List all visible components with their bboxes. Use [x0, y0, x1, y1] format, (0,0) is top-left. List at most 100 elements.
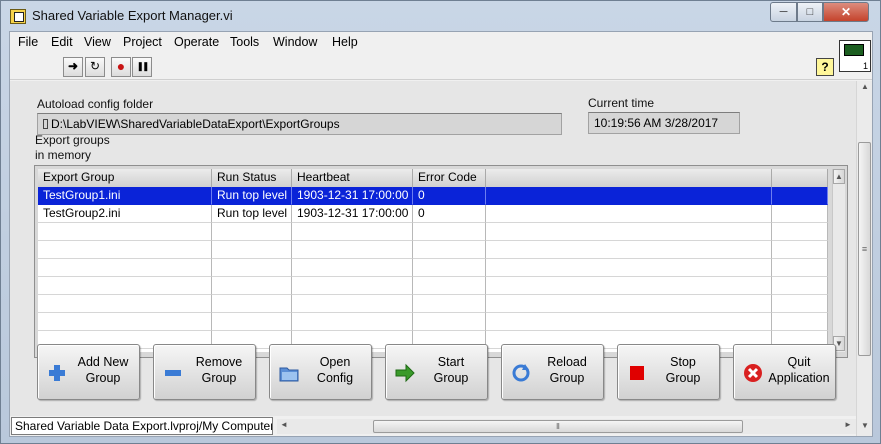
- table-row[interactable]: [38, 313, 828, 331]
- table-cell[interactable]: [413, 223, 486, 241]
- column-header-5[interactable]: [486, 169, 772, 187]
- vi-connector-icon[interactable]: 1: [839, 40, 871, 72]
- run-continuously-button[interactable]: ↻: [85, 57, 105, 77]
- table-cell[interactable]: Run top level: [212, 187, 292, 205]
- table-cell[interactable]: Run top level: [212, 205, 292, 223]
- menu-tools[interactable]: Tools: [230, 35, 259, 49]
- menu-operate[interactable]: Operate: [174, 35, 219, 49]
- menu-edit[interactable]: Edit: [51, 35, 73, 49]
- autoload-folder-path[interactable]: D:\LabVIEW\SharedVariableDataExport\Expo…: [37, 113, 562, 135]
- table-cell[interactable]: [413, 277, 486, 295]
- remove-group-button[interactable]: Remove Group: [153, 344, 256, 400]
- scroll-bottom-icon[interactable]: ▼: [861, 421, 869, 430]
- table-cell[interactable]: 1903-12-31 17:00:00: [292, 187, 413, 205]
- table-cell[interactable]: [772, 277, 828, 295]
- table-row[interactable]: [38, 277, 828, 295]
- run-button[interactable]: ➜: [63, 57, 83, 77]
- table-cell[interactable]: [772, 295, 828, 313]
- scroll-up-arrow-icon[interactable]: ▲: [833, 169, 845, 184]
- maximize-button[interactable]: □: [797, 2, 823, 22]
- horizontal-scroll-thumb[interactable]: Ⅱ: [373, 420, 743, 433]
- reload-group-button[interactable]: Reload Group: [501, 344, 604, 400]
- table-cell[interactable]: [292, 313, 413, 331]
- stop-group-button[interactable]: Stop Group: [617, 344, 720, 400]
- table-cell[interactable]: [38, 277, 212, 295]
- quit-application-button[interactable]: Quit Application: [733, 344, 836, 400]
- table-cell[interactable]: [486, 277, 772, 295]
- table-row[interactable]: TestGroup1.ini Run top level 1903-12-31 17…: [38, 187, 828, 205]
- scroll-top-icon[interactable]: ▲: [861, 82, 869, 91]
- column-header-6[interactable]: [772, 169, 828, 187]
- open-config-button[interactable]: Open Config: [269, 344, 372, 400]
- table-cell[interactable]: 0: [413, 187, 486, 205]
- scroll-right-icon[interactable]: ►: [844, 420, 852, 429]
- pause-button[interactable]: ❚❚: [132, 57, 152, 77]
- menu-project[interactable]: Project: [123, 35, 162, 49]
- table-cell[interactable]: [38, 223, 212, 241]
- table-row[interactable]: [38, 259, 828, 277]
- table-vertical-scrollbar[interactable]: ▲ ▼: [832, 169, 845, 352]
- table-cell[interactable]: [772, 241, 828, 259]
- table-cell[interactable]: [292, 259, 413, 277]
- panel-horizontal-scrollbar[interactable]: ◄ Ⅱ ►: [277, 419, 856, 434]
- abort-button[interactable]: ●: [111, 57, 131, 77]
- scroll-left-icon[interactable]: ◄: [280, 420, 288, 429]
- table-cell[interactable]: [212, 241, 292, 259]
- table-cell[interactable]: [212, 277, 292, 295]
- table-cell[interactable]: [413, 259, 486, 277]
- add-new-group-button[interactable]: Add New Group: [37, 344, 140, 400]
- table-cell[interactable]: TestGroup2.ini: [38, 205, 212, 223]
- table-cell[interactable]: [38, 295, 212, 313]
- current-time-label: Current time: [588, 96, 655, 110]
- column-header-run-status[interactable]: Run Status: [212, 169, 292, 187]
- table-row[interactable]: [38, 241, 828, 259]
- table-cell[interactable]: [292, 223, 413, 241]
- table-cell[interactable]: [486, 295, 772, 313]
- table-cell[interactable]: 0: [413, 205, 486, 223]
- table-cell[interactable]: [413, 313, 486, 331]
- table-cell[interactable]: [212, 313, 292, 331]
- table-cell[interactable]: [38, 241, 212, 259]
- table-cell[interactable]: [772, 187, 828, 205]
- table-cell[interactable]: [292, 241, 413, 259]
- table-cell[interactable]: [413, 241, 486, 259]
- project-context[interactable]: Shared Variable Data Export.lvproj/My Co…: [11, 417, 273, 435]
- table-cell[interactable]: [486, 241, 772, 259]
- column-header-export-group[interactable]: Export Group: [38, 169, 212, 187]
- table-row[interactable]: TestGroup2.ini Run top level 1903-12-31 17…: [38, 205, 828, 223]
- table-row[interactable]: [38, 295, 828, 313]
- table-cell[interactable]: [486, 223, 772, 241]
- table-cell[interactable]: [292, 295, 413, 313]
- menu-file[interactable]: File: [18, 35, 38, 49]
- column-header-heartbeat[interactable]: Heartbeat: [292, 169, 413, 187]
- close-window-button[interactable]: ✕: [823, 2, 869, 22]
- table-cell[interactable]: [772, 313, 828, 331]
- table-row[interactable]: [38, 223, 828, 241]
- table-cell[interactable]: [212, 295, 292, 313]
- table-cell[interactable]: [486, 205, 772, 223]
- panel-vertical-scrollbar[interactable]: ▲ ≡ ▼: [856, 81, 872, 436]
- table-cell[interactable]: [212, 223, 292, 241]
- table-cell[interactable]: [38, 313, 212, 331]
- table-cell[interactable]: 1903-12-31 17:00:00: [292, 205, 413, 223]
- title-bar[interactable]: Shared Variable Export Manager.vi ─ □ ✕: [1, 1, 880, 31]
- table-cell[interactable]: [772, 259, 828, 277]
- start-group-button[interactable]: Start Group: [385, 344, 488, 400]
- context-help-button[interactable]: ?: [816, 58, 834, 76]
- menu-view[interactable]: View: [84, 35, 111, 49]
- table-cell[interactable]: [486, 313, 772, 331]
- table-cell[interactable]: [38, 259, 212, 277]
- table-cell[interactable]: [413, 295, 486, 313]
- table-cell[interactable]: [486, 187, 772, 205]
- vertical-scroll-thumb[interactable]: ≡: [858, 142, 871, 356]
- menu-window[interactable]: Window: [273, 35, 317, 49]
- menu-help[interactable]: Help: [332, 35, 358, 49]
- minimize-button[interactable]: ─: [770, 2, 797, 22]
- table-cell[interactable]: [292, 277, 413, 295]
- table-cell[interactable]: [486, 259, 772, 277]
- table-cell[interactable]: [212, 259, 292, 277]
- table-cell[interactable]: [772, 223, 828, 241]
- column-header-error-code[interactable]: Error Code: [413, 169, 486, 187]
- table-cell[interactable]: TestGroup1.ini: [38, 187, 212, 205]
- table-cell[interactable]: [772, 205, 828, 223]
